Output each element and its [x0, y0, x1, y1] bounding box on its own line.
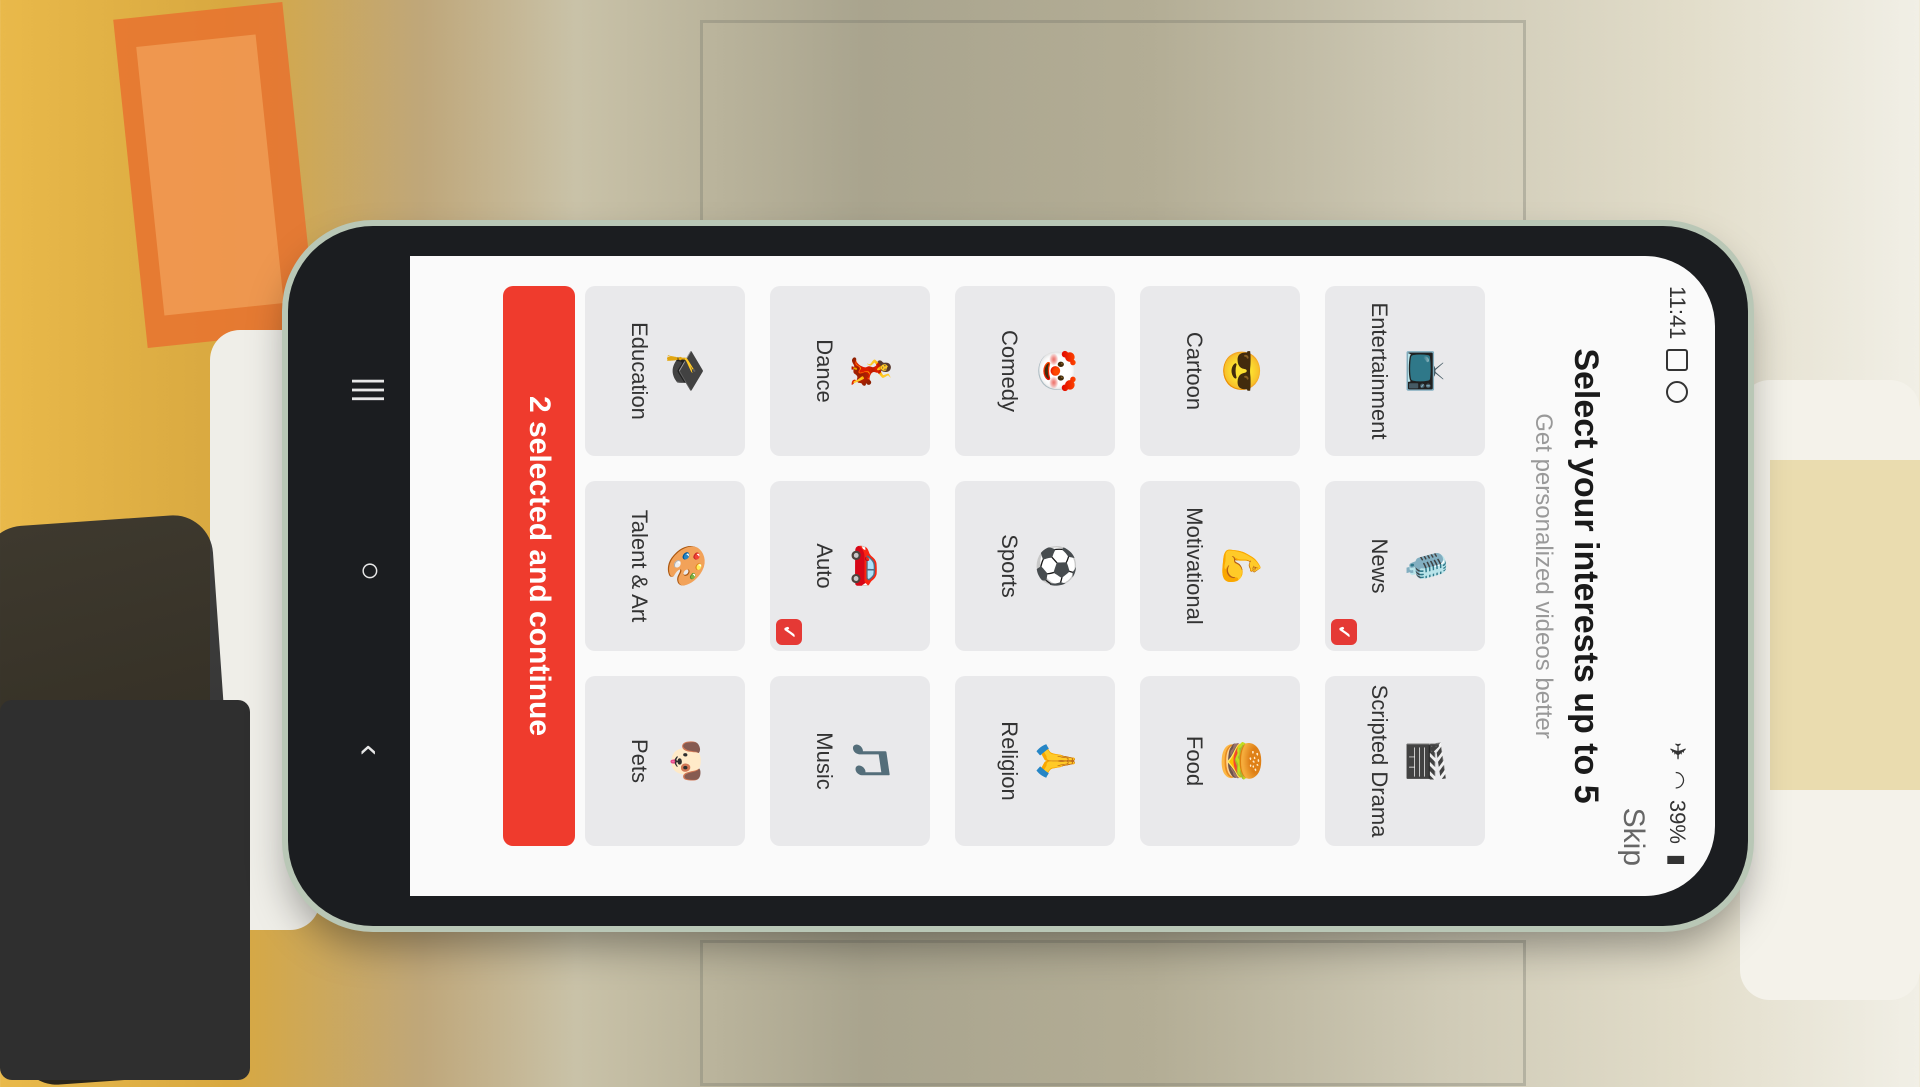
interest-tile[interactable]: 😎 Cartoon [1140, 286, 1300, 456]
clown-icon: 🤡 [1036, 348, 1077, 394]
interest-tile[interactable]: 🚗 Auto ✓ [770, 481, 930, 651]
microphone-icon: 🎙️ [1406, 543, 1447, 589]
sync-icon [1666, 381, 1688, 404]
interest-label: Motivational [1182, 507, 1207, 625]
car-icon: 🚗 [851, 543, 892, 589]
graduation-cap-icon: 🎓 [666, 348, 707, 394]
interest-label: Entertainment [1367, 302, 1392, 440]
burger-icon: 🍔 [1221, 738, 1262, 784]
interest-label: Sports [997, 534, 1022, 598]
interest-label: Scripted Drama [1367, 684, 1392, 838]
interest-tile[interactable]: 🤡 Comedy [955, 286, 1115, 456]
skip-button[interactable]: Skip [1616, 808, 1650, 866]
airplane-mode-icon: ✈ [1665, 742, 1690, 761]
page-title: Select your interests up to 5 [1567, 348, 1605, 804]
selected-check-icon: ✓ [1331, 619, 1357, 645]
recent-apps-button[interactable]: ||| [340, 360, 400, 420]
cartoon-face-icon: 😎 [1221, 348, 1262, 394]
page-subtitle: Get personalized videos better [1530, 413, 1557, 739]
interest-tile[interactable]: 🎓 Education [585, 286, 745, 456]
home-icon: ○ [359, 550, 381, 589]
interest-label: Cartoon [1182, 331, 1207, 411]
interest-label: Auto [812, 543, 837, 589]
selected-check-icon: ✓ [776, 619, 802, 645]
interest-tile[interactable]: 🐶 Pets [585, 676, 745, 846]
interest-tile[interactable]: 🍔 Food [1140, 676, 1300, 846]
interest-tile[interactable]: 🎵 Music [770, 676, 930, 846]
interest-tile[interactable]: 🙏 Religion [955, 676, 1115, 846]
interest-label: Pets [627, 738, 652, 784]
interest-label: News [1367, 538, 1392, 594]
continue-button[interactable]: 2 selected and continue [503, 286, 575, 846]
interest-tile[interactable]: 🎨 Talent & Art [585, 481, 745, 651]
music-note-icon: 🎵 [851, 738, 892, 784]
interest-label: Music [812, 732, 837, 790]
recent-apps-icon: ||| [351, 376, 390, 404]
status-bar: 11:41 ✈ ◠ 39% ▮ [1657, 286, 1697, 866]
interest-label: Food [1182, 735, 1207, 787]
interest-tile[interactable]: 🎬 Scripted Drama [1325, 676, 1485, 846]
background-sticker [1770, 460, 1920, 790]
battery-icon: ▮ [1665, 853, 1690, 866]
back-button[interactable]: ‹ [340, 720, 400, 780]
background-window-lower [700, 940, 1526, 1086]
artist-icon: 🎨 [666, 543, 707, 589]
back-icon: ‹ [351, 744, 390, 756]
praying-hands-icon: 🙏 [1036, 738, 1077, 784]
dancer-icon: 💃 [851, 348, 892, 394]
wifi-icon: ◠ [1665, 770, 1690, 790]
interest-tile[interactable]: 💃 Dance [770, 286, 930, 456]
interest-tile[interactable]: 💪 Motivational [1140, 481, 1300, 651]
interest-label: Education [627, 322, 652, 420]
tv-icon: 📺 [1406, 348, 1447, 394]
soccer-ball-icon: ⚽ [1036, 543, 1077, 589]
status-time: 11:41 [1665, 286, 1690, 340]
dog-icon: 🐶 [666, 738, 707, 784]
background-block [0, 700, 250, 1080]
motivational-icon: 💪 [1221, 543, 1262, 589]
interest-label: Talent & Art [627, 509, 652, 623]
interests-screen: 11:41 ✈ ◠ 39% ▮ Skip Select your interes… [410, 256, 1705, 896]
battery-percent: 39% [1665, 799, 1690, 844]
clapperboard-icon: 🎬 [1406, 738, 1447, 784]
notification-icon [1666, 349, 1688, 372]
interest-label: Comedy [997, 330, 1022, 412]
interest-tile[interactable]: 🎙️ News ✓ [1325, 481, 1485, 651]
android-nav-bar: ||| ○ ‹ [340, 300, 400, 860]
interest-label: Dance [812, 339, 837, 403]
home-button[interactable]: ○ [340, 540, 400, 600]
interest-tile[interactable]: ⚽ Sports [955, 481, 1115, 651]
interest-tile[interactable]: 📺 Entertainment [1325, 286, 1485, 456]
interest-label: Religion [997, 721, 1022, 801]
